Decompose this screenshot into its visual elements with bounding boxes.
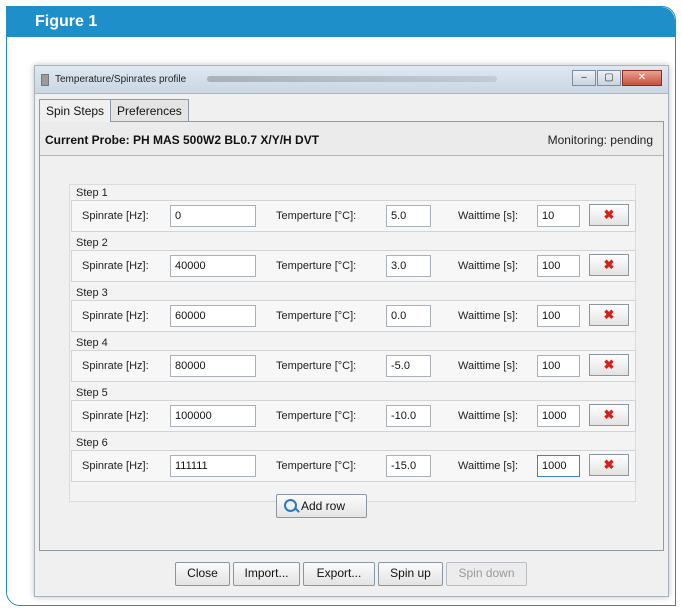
- temperature-label: Temperture [°C]:: [276, 210, 357, 222]
- tab-preferences[interactable]: Preferences: [110, 99, 189, 121]
- spin-down-button[interactable]: Spin down: [446, 562, 527, 586]
- delete-step-button[interactable]: ✖: [589, 354, 629, 376]
- dialog-footer: Close Import... Export... Spin up Spin d…: [35, 562, 668, 598]
- figure-title: Figure 1: [7, 7, 675, 37]
- spinrate-field[interactable]: 60000: [170, 305, 256, 327]
- figure-frame: Figure 1 Temperature/Spinrates profile –…: [6, 6, 676, 606]
- step-1: Step 1 Spinrate [Hz]: 0 Temperture [°C]:…: [70, 185, 637, 235]
- waittime-label: Waittime [s]:: [458, 310, 519, 322]
- waittime-field[interactable]: 100: [537, 355, 580, 377]
- temperature-field[interactable]: -10.0: [386, 405, 431, 427]
- window-title: Temperature/Spinrates profile: [55, 74, 187, 85]
- step-title: Step 1: [76, 187, 108, 199]
- maximize-button[interactable]: ▢: [597, 70, 621, 86]
- profile-window: Temperature/Spinrates profile – ▢ ✕ Spin…: [34, 65, 669, 597]
- delete-step-button[interactable]: ✖: [589, 304, 629, 326]
- spin-steps-panel: Current Probe: PH MAS 500W2 BL0.7 X/Y/H …: [39, 121, 664, 551]
- waittime-label: Waittime [s]:: [458, 410, 519, 422]
- temperature-label: Temperture [°C]:: [276, 260, 357, 272]
- temperature-field[interactable]: -5.0: [386, 355, 431, 377]
- delete-step-button[interactable]: ✖: [589, 404, 629, 426]
- spinrate-field[interactable]: 0: [170, 205, 256, 227]
- waittime-label: Waittime [s]:: [458, 360, 519, 372]
- temperature-label: Temperture [°C]:: [276, 310, 357, 322]
- step-row: Spinrate [Hz]: 100000 Temperture [°C]: -…: [71, 400, 636, 432]
- step-5: Step 5 Spinrate [Hz]: 100000 Temperture …: [70, 385, 637, 435]
- spinrate-label: Spinrate [Hz]:: [82, 460, 149, 472]
- step-title: Step 5: [76, 387, 108, 399]
- spinrate-label: Spinrate [Hz]:: [82, 360, 149, 372]
- current-probe-label: Current Probe: PH MAS 500W2 BL0.7 X/Y/H …: [45, 133, 320, 147]
- temperature-label: Temperture [°C]:: [276, 460, 357, 472]
- spin-up-button[interactable]: Spin up: [378, 562, 443, 586]
- spinrate-field[interactable]: 40000: [170, 255, 256, 277]
- spinrate-label: Spinrate [Hz]:: [82, 310, 149, 322]
- close-button[interactable]: Close: [175, 562, 230, 586]
- delete-step-button[interactable]: ✖: [589, 254, 629, 276]
- app-icon: [41, 74, 49, 86]
- waittime-field[interactable]: 1000: [537, 455, 580, 477]
- waittime-label: Waittime [s]:: [458, 460, 519, 472]
- spinrate-label: Spinrate [Hz]:: [82, 210, 149, 222]
- step-4: Step 4 Spinrate [Hz]: 80000 Temperture […: [70, 335, 637, 385]
- temperature-field[interactable]: 0.0: [386, 305, 431, 327]
- step-title: Step 4: [76, 337, 108, 349]
- waittime-field[interactable]: 100: [537, 305, 580, 327]
- spinrate-label: Spinrate [Hz]:: [82, 260, 149, 272]
- waittime-label: Waittime [s]:: [458, 210, 519, 222]
- waittime-field[interactable]: 100: [537, 255, 580, 277]
- spinrate-label: Spinrate [Hz]:: [82, 410, 149, 422]
- step-title: Step 6: [76, 437, 108, 449]
- probe-bar: Current Probe: PH MAS 500W2 BL0.7 X/Y/H …: [40, 122, 663, 156]
- minimize-button[interactable]: –: [572, 70, 596, 86]
- spinrate-field[interactable]: 100000: [170, 405, 256, 427]
- temperature-field[interactable]: 5.0: [386, 205, 431, 227]
- step-row: Spinrate [Hz]: 0 Temperture [°C]: 5.0 Wa…: [71, 200, 636, 232]
- step-row: Spinrate [Hz]: 111111 Temperture [°C]: -…: [71, 450, 636, 482]
- temperature-field[interactable]: 3.0: [386, 255, 431, 277]
- step-row: Spinrate [Hz]: 40000 Temperture [°C]: 3.…: [71, 250, 636, 282]
- step-3: Step 3 Spinrate [Hz]: 60000 Temperture […: [70, 285, 637, 335]
- waittime-label: Waittime [s]:: [458, 260, 519, 272]
- step-row: Spinrate [Hz]: 80000 Temperture [°C]: -5…: [71, 350, 636, 382]
- step-title: Step 3: [76, 287, 108, 299]
- steps-list: Step 1 Spinrate [Hz]: 0 Temperture [°C]:…: [69, 184, 636, 502]
- window-titlebar[interactable]: Temperature/Spinrates profile – ▢ ✕: [35, 66, 668, 94]
- step-6: Step 6 Spinrate [Hz]: 111111 Temperture …: [70, 435, 637, 485]
- tab-spin-steps[interactable]: Spin Steps: [39, 99, 112, 122]
- delete-step-button[interactable]: ✖: [589, 204, 629, 226]
- delete-step-button[interactable]: ✖: [589, 454, 629, 476]
- temperature-field[interactable]: -15.0: [386, 455, 431, 477]
- waittime-field[interactable]: 10: [537, 205, 580, 227]
- spinrate-field[interactable]: 80000: [170, 355, 256, 377]
- search-icon: [284, 499, 297, 512]
- tab-bar: Spin Steps Preferences: [39, 99, 189, 122]
- temperature-label: Temperture [°C]:: [276, 410, 357, 422]
- import-button[interactable]: Import...: [233, 562, 300, 586]
- waittime-field[interactable]: 1000: [537, 405, 580, 427]
- step-row: Spinrate [Hz]: 60000 Temperture [°C]: 0.…: [71, 300, 636, 332]
- blurred-path-text: [207, 76, 497, 82]
- window-controls: – ▢ ✕: [572, 70, 662, 86]
- add-row-label: Add row: [301, 499, 346, 513]
- step-title: Step 2: [76, 237, 108, 249]
- temperature-label: Temperture [°C]:: [276, 360, 357, 372]
- step-2: Step 2 Spinrate [Hz]: 40000 Temperture […: [70, 235, 637, 285]
- close-window-button[interactable]: ✕: [622, 70, 662, 86]
- spinrate-field[interactable]: 111111: [170, 455, 256, 477]
- monitoring-status: Monitoring: pending: [547, 133, 653, 147]
- add-row-button[interactable]: Add row: [276, 494, 367, 518]
- export-button[interactable]: Export...: [303, 562, 375, 586]
